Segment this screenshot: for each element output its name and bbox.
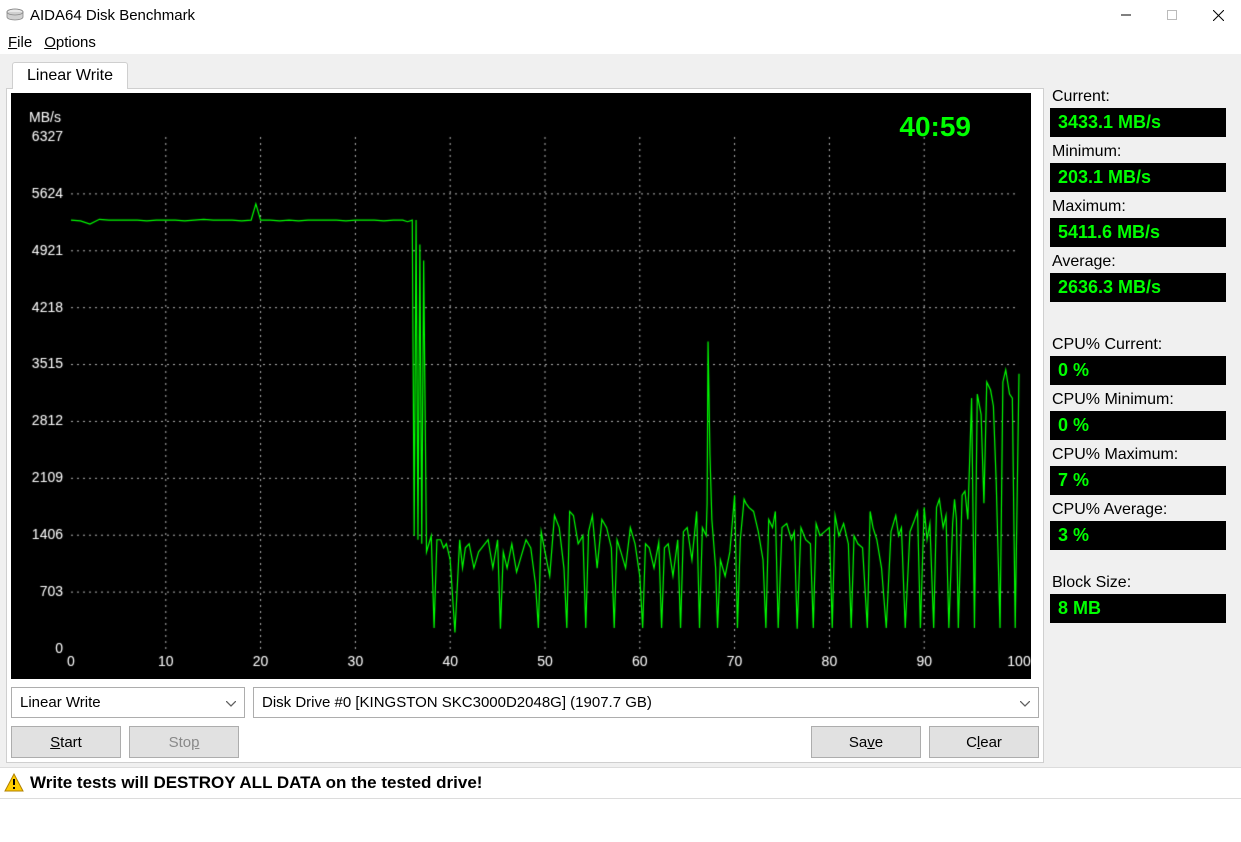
menubar: File Options — [0, 30, 1241, 54]
block-size-label: Block Size: — [1050, 574, 1226, 592]
cpu-average-value: 3 % — [1050, 521, 1226, 550]
cpu-average-label: CPU% Average: — [1050, 501, 1226, 519]
chevron-down-icon — [226, 690, 236, 717]
block-size-value: 8 MB — [1050, 594, 1226, 623]
cpu-current-value: 0 % — [1050, 356, 1226, 385]
menu-options[interactable]: Options — [44, 34, 96, 51]
chart-canvas — [11, 93, 1031, 679]
titlebar: AIDA64 Disk Benchmark — [0, 0, 1241, 30]
stop-button[interactable]: Stop — [129, 726, 239, 758]
mode-select-value: Linear Write — [20, 694, 101, 711]
minimize-button[interactable] — [1103, 0, 1149, 30]
maximum-label: Maximum: — [1050, 198, 1226, 216]
current-label: Current: — [1050, 88, 1226, 106]
minimum-value: 203.1 MB/s — [1050, 163, 1226, 192]
maximize-button[interactable] — [1149, 0, 1195, 30]
warning-icon — [4, 773, 24, 793]
stats-sidebar: Current: 3433.1 MB/s Minimum: 203.1 MB/s… — [1050, 88, 1226, 629]
start-button[interactable]: Start — [11, 726, 121, 758]
cpu-maximum-label: CPU% Maximum: — [1050, 446, 1226, 464]
drive-select-value: Disk Drive #0 [KINGSTON SKC3000D2048G] (… — [262, 694, 652, 711]
minimum-label: Minimum: — [1050, 143, 1226, 161]
maximum-value: 5411.6 MB/s — [1050, 218, 1226, 247]
tabstrip: Linear Write — [6, 60, 1235, 88]
current-value: 3433.1 MB/s — [1050, 108, 1226, 137]
drive-select[interactable]: Disk Drive #0 [KINGSTON SKC3000D2048G] (… — [253, 687, 1039, 718]
chevron-down-icon — [1020, 690, 1030, 717]
cpu-minimum-value: 0 % — [1050, 411, 1226, 440]
warning-text: Write tests will DESTROY ALL DATA on the… — [30, 773, 482, 793]
cpu-current-label: CPU% Current: — [1050, 336, 1226, 354]
app-icon — [6, 8, 24, 22]
chart-timer: 40:59 — [899, 111, 971, 143]
menu-file[interactable]: File — [8, 34, 32, 51]
average-label: Average: — [1050, 253, 1226, 271]
average-value: 2636.3 MB/s — [1050, 273, 1226, 302]
chart-area: 40:59 — [11, 93, 1031, 679]
cpu-maximum-value: 7 % — [1050, 466, 1226, 495]
close-button[interactable] — [1195, 0, 1241, 30]
warning-bar: Write tests will DESTROY ALL DATA on the… — [0, 767, 1241, 799]
mode-select[interactable]: Linear Write — [11, 687, 245, 718]
window-title: AIDA64 Disk Benchmark — [30, 7, 195, 24]
save-button[interactable]: Save — [811, 726, 921, 758]
cpu-minimum-label: CPU% Minimum: — [1050, 391, 1226, 409]
chart-panel: 40:59 Linear Write Disk Drive #0 [KINGST… — [6, 88, 1044, 763]
clear-button[interactable]: Clear — [929, 726, 1039, 758]
tab-linear-write[interactable]: Linear Write — [12, 62, 128, 89]
